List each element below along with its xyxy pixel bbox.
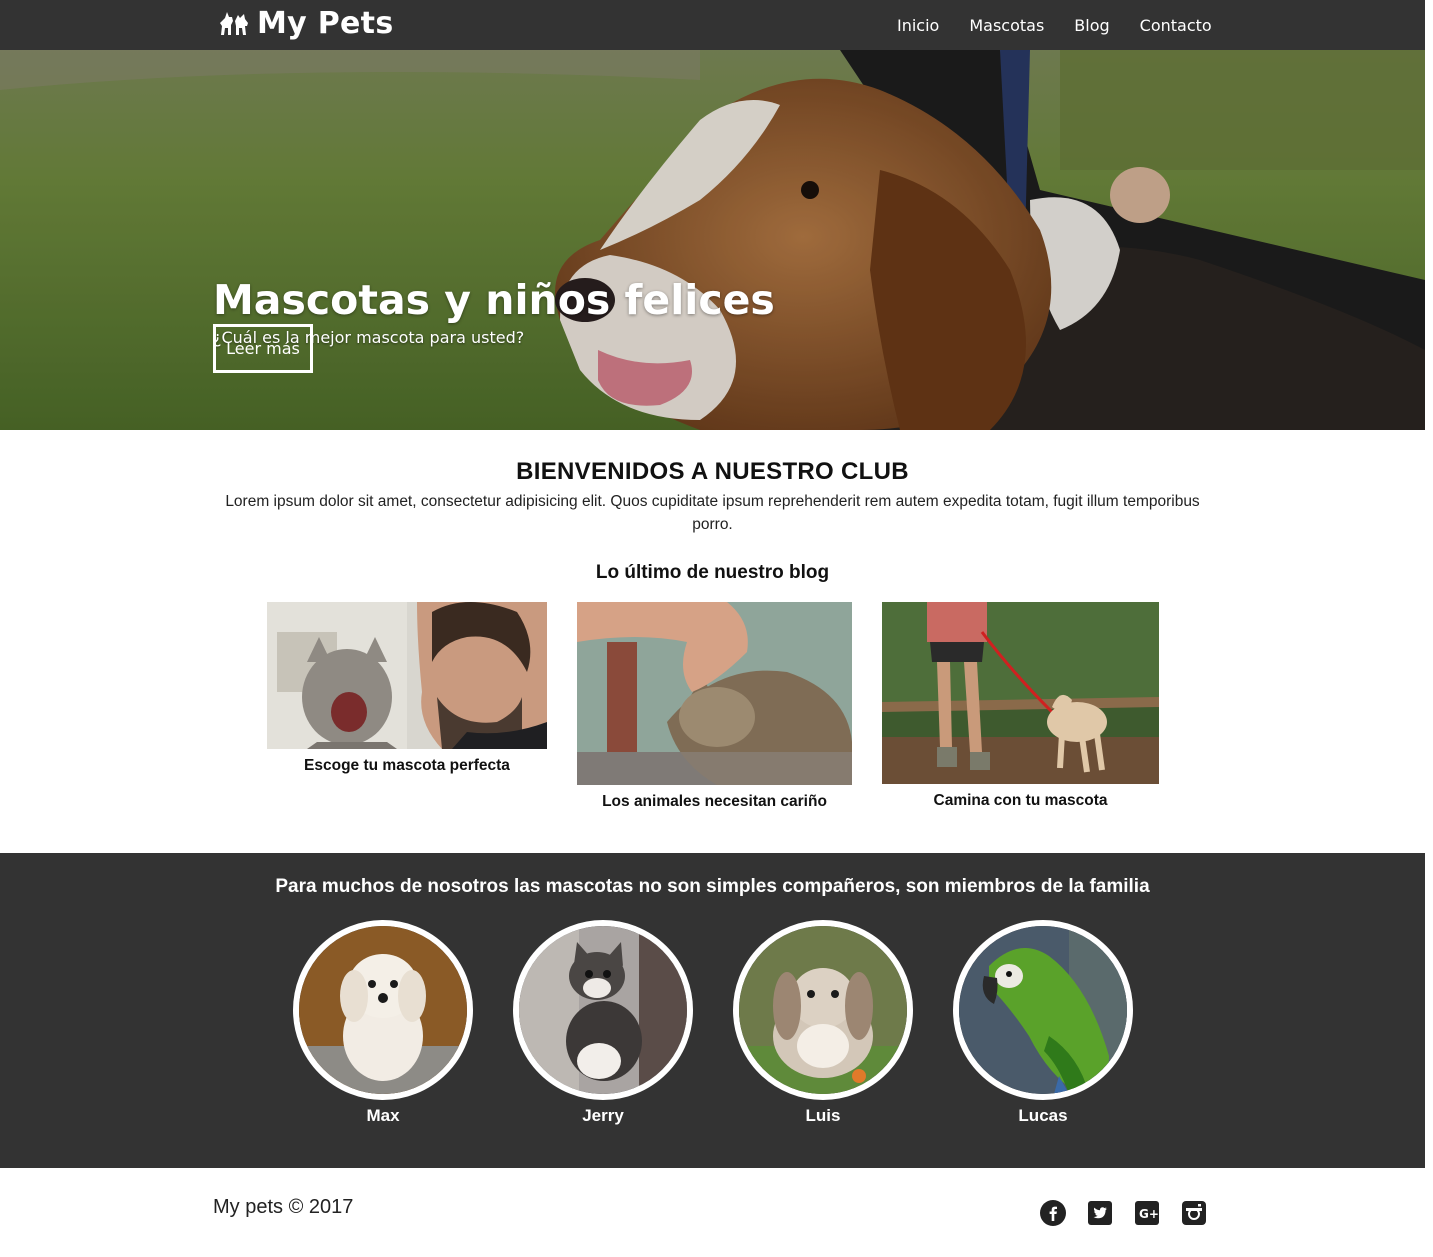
footer-copyright: My pets © 2017 xyxy=(213,1196,354,1218)
facebook-icon[interactable] xyxy=(1040,1200,1066,1226)
pet-photo-dog xyxy=(299,926,467,1094)
blog-post-caption[interactable]: Escoge tu mascota perfecta xyxy=(267,757,547,775)
pet-card[interactable]: Lucas xyxy=(953,920,1133,1126)
site-logo[interactable]: My Pets xyxy=(217,6,394,41)
top-navbar: My Pets Inicio Mascotas Blog Contacto xyxy=(0,0,1425,50)
nav-item-mascotas[interactable]: Mascotas xyxy=(969,16,1044,35)
blog-post-card[interactable]: Los animales necesitan cariño xyxy=(577,602,852,811)
nav-item-inicio[interactable]: Inicio xyxy=(897,16,939,35)
blog-post-caption[interactable]: Camina con tu mascota xyxy=(882,792,1159,810)
blog-image-walking-dog xyxy=(882,602,1159,784)
pets-logo-icon xyxy=(220,11,248,35)
pet-photo-parrot xyxy=(959,926,1127,1094)
google-plus-icon[interactable]: G+ xyxy=(1134,1200,1160,1226)
pets-band-title: Para muchos de nosotros las mascotas no … xyxy=(275,876,1150,897)
welcome-title: BIENVENIDOS A NUESTRO CLUB xyxy=(516,458,909,485)
read-more-button[interactable]: Leer más xyxy=(213,324,313,373)
pet-avatar[interactable] xyxy=(733,920,913,1100)
pet-card[interactable]: Luis xyxy=(733,920,913,1126)
pet-photo-rabbit xyxy=(739,926,907,1094)
pet-name: Max xyxy=(366,1106,400,1125)
pet-card[interactable]: Max xyxy=(293,920,473,1126)
blog-post-card[interactable]: Camina con tu mascota xyxy=(882,602,1159,810)
logo-text: My Pets xyxy=(257,6,394,41)
pet-name: Luis xyxy=(805,1106,841,1125)
instagram-icon[interactable] xyxy=(1181,1200,1207,1226)
blog-image-petting-cat xyxy=(577,602,852,785)
nav-item-blog[interactable]: Blog xyxy=(1074,16,1109,35)
nav-item-contacto[interactable]: Contacto xyxy=(1140,16,1212,35)
pet-avatar[interactable] xyxy=(513,920,693,1100)
main-nav: Inicio Mascotas Blog Contacto xyxy=(897,16,1242,35)
twitter-icon[interactable] xyxy=(1087,1200,1113,1226)
pet-avatar[interactable] xyxy=(953,920,1133,1100)
blog-section-title: Lo último de nuestro blog xyxy=(595,562,830,583)
hero-title: Mascotas y niños felices xyxy=(213,276,775,324)
svg-text:G+: G+ xyxy=(1139,1207,1159,1221)
welcome-text: Lorem ipsum dolor sit amet, consectetur … xyxy=(225,493,1200,533)
blog-post-caption[interactable]: Los animales necesitan cariño xyxy=(577,793,852,811)
pet-card[interactable]: Jerry xyxy=(513,920,693,1126)
pet-avatar[interactable] xyxy=(293,920,473,1100)
pet-name: Jerry xyxy=(582,1106,624,1125)
hero-banner: Mascotas y niños felices ¿Cuál es la mej… xyxy=(0,50,1425,430)
blog-image-cat-man xyxy=(267,602,547,749)
pet-photo-kitten xyxy=(519,926,687,1094)
social-links: G+ xyxy=(1040,1200,1228,1226)
blog-post-card[interactable]: Escoge tu mascota perfecta xyxy=(267,602,547,775)
pets-band: Para muchos de nosotros las mascotas no … xyxy=(0,853,1425,1168)
hero-beagle-image xyxy=(0,50,1425,430)
pet-name: Lucas xyxy=(1018,1106,1068,1125)
